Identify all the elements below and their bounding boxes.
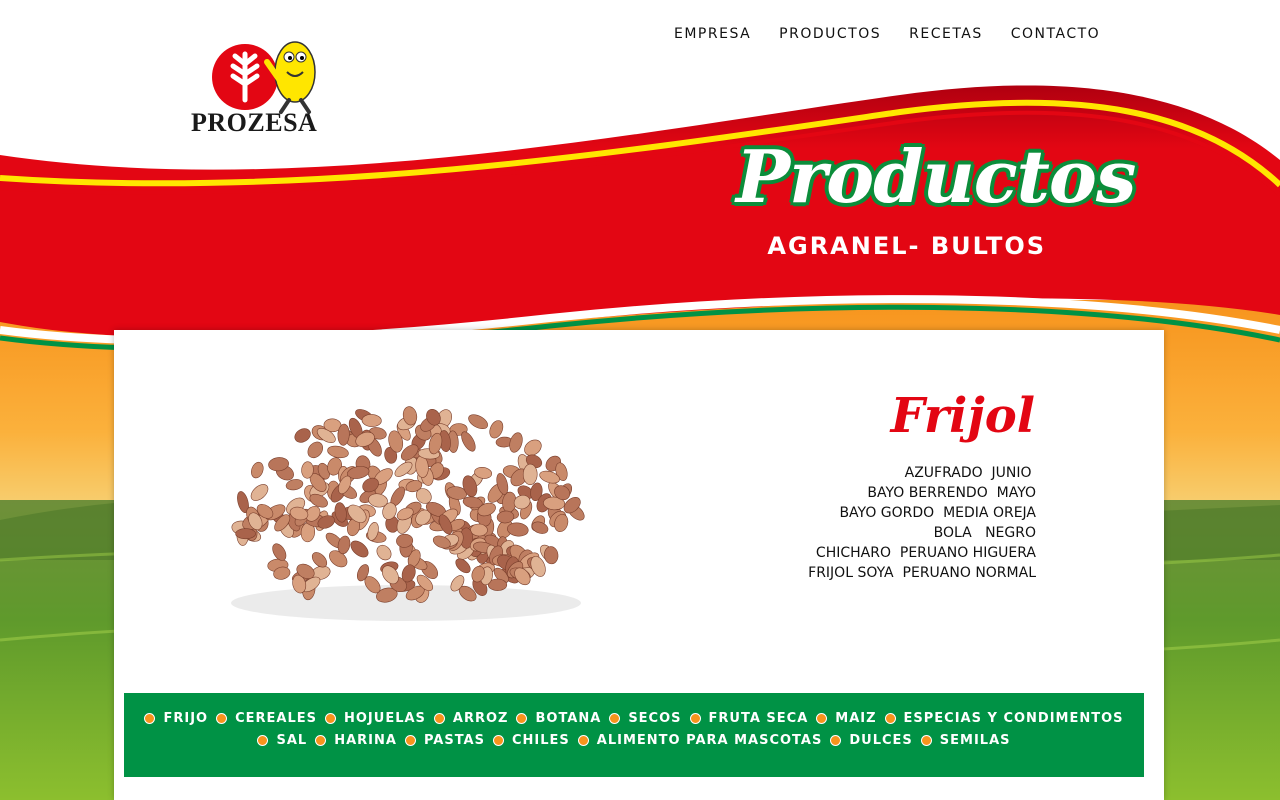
category-fruta-seca[interactable]: FRUTA SECA — [689, 711, 809, 726]
orange-dot-icon — [325, 713, 336, 724]
bean-shape — [489, 420, 504, 439]
variety-item: AZUFRADO JUNIO — [904, 465, 1036, 481]
bean-shape — [376, 544, 392, 561]
category-label: ARROZ — [452, 711, 509, 726]
main-nav: EMPRESA PRODUCTOS RECETAS CONTACTO — [660, 24, 1114, 44]
orange-dot-icon — [144, 713, 156, 724]
hero-title: Productos — [736, 134, 1136, 219]
orange-dot-icon — [920, 735, 932, 746]
category-label: MAIZ — [835, 711, 877, 726]
category-label: ALIMENTO PARA MASCOTAS — [596, 733, 823, 748]
bean-shape — [522, 463, 538, 485]
category-label: HOJUELAS — [344, 711, 426, 726]
product-title: Frijol — [890, 388, 1035, 444]
category-dulces[interactable]: DULCES — [830, 733, 912, 748]
bean-shape — [509, 432, 523, 453]
orange-dot-icon — [216, 713, 228, 724]
category-maiz[interactable]: MAIZ — [816, 711, 876, 726]
category-botana[interactable]: BOTANA — [516, 711, 601, 726]
bean-shape — [470, 523, 488, 537]
variety-item: BAYO BERRENDO MAYO — [867, 485, 1036, 501]
category-row: FRIJO CEREALES HOJUELAS ARROZ BOTANA SEC… — [124, 711, 1144, 726]
nav-empresa[interactable]: EMPRESA — [660, 24, 765, 44]
category-alimento-mascotas[interactable]: ALIMENTO PARA MASCOTAS — [577, 733, 823, 748]
category-chiles[interactable]: CHILES — [492, 733, 570, 748]
bean-shape — [294, 428, 311, 443]
category-pastas[interactable]: PASTAS — [404, 733, 485, 748]
category-label: HARINA — [334, 733, 397, 748]
category-especias[interactable]: ESPECIAS Y CONDIMENTOS — [884, 711, 1124, 726]
orange-dot-icon — [884, 713, 896, 724]
nav-contacto[interactable]: CONTACTO — [997, 24, 1114, 44]
brand-name: PROZESA — [191, 108, 318, 137]
orange-dot-icon — [577, 735, 589, 746]
orange-dot-icon — [492, 735, 504, 746]
bean-shape — [307, 441, 324, 459]
category-row: SAL HARINA PASTAS CHILES ALIMENTO PARA M… — [124, 733, 1144, 748]
variety-item: BAYO GORDO MEDIA OREJA — [839, 505, 1036, 521]
bean-shape — [251, 461, 264, 479]
category-bar: FRIJO CEREALES HOJUELAS ARROZ BOTANA SEC… — [124, 693, 1144, 777]
bean-shape — [250, 484, 269, 501]
bean-shape — [361, 414, 382, 427]
category-label: FRIJO — [163, 711, 209, 726]
category-label: CHILES — [511, 733, 570, 748]
orange-dot-icon — [609, 713, 621, 724]
category-arroz[interactable]: ARROZ — [433, 711, 509, 726]
nav-recetas[interactable]: RECETAS — [895, 24, 997, 44]
category-sal[interactable]: SAL — [257, 733, 307, 748]
orange-dot-icon — [404, 735, 416, 746]
category-label: PASTAS — [423, 733, 485, 748]
category-cereales[interactable]: CEREALES — [216, 711, 317, 726]
orange-dot-icon — [257, 735, 269, 746]
orange-dot-icon — [315, 735, 327, 746]
bean-shape — [468, 414, 488, 430]
category-label: CEREALES — [235, 711, 317, 726]
orange-dot-icon — [816, 713, 828, 724]
category-label: FRUTA SECA — [708, 711, 809, 726]
category-label: SAL — [276, 733, 308, 748]
category-label: ESPECIAS Y CONDIMENTOS — [903, 711, 1124, 726]
bean-shape — [235, 528, 256, 540]
bean-shape — [272, 543, 287, 561]
category-secos[interactable]: SECOS — [609, 711, 681, 726]
category-semilas[interactable]: SEMILAS — [920, 733, 1011, 748]
category-label: SECOS — [628, 711, 682, 726]
variety-item: FRIJOL SOYA PERUANO NORMAL — [808, 565, 1036, 581]
variety-item: CHICHARO PERUANO HIGUERA — [815, 545, 1036, 561]
category-label: SEMILAS — [939, 733, 1011, 748]
category-harina[interactable]: HARINA — [315, 733, 397, 748]
orange-dot-icon — [433, 713, 445, 724]
orange-dot-icon — [689, 713, 701, 724]
category-label: BOTANA — [535, 711, 602, 726]
bean-shape — [327, 445, 349, 459]
category-frijo[interactable]: FRIJO — [144, 711, 208, 726]
hero-subtitle: AGRANEL- BULTOS — [767, 232, 1046, 260]
nav-productos[interactable]: PRODUCTOS — [765, 24, 895, 44]
orange-dot-icon — [516, 713, 528, 724]
pinto-beans-image — [231, 406, 585, 621]
orange-dot-icon — [830, 735, 842, 746]
variety-item: BOLA NEGRO — [933, 525, 1036, 541]
bean-shape — [350, 540, 369, 558]
category-label: DULCES — [849, 733, 913, 748]
variety-list: AZUFRADO JUNIO BAYO BERRENDO MAYO BAYO G… — [808, 463, 1036, 583]
category-hojuelas[interactable]: HOJUELAS — [325, 711, 426, 726]
